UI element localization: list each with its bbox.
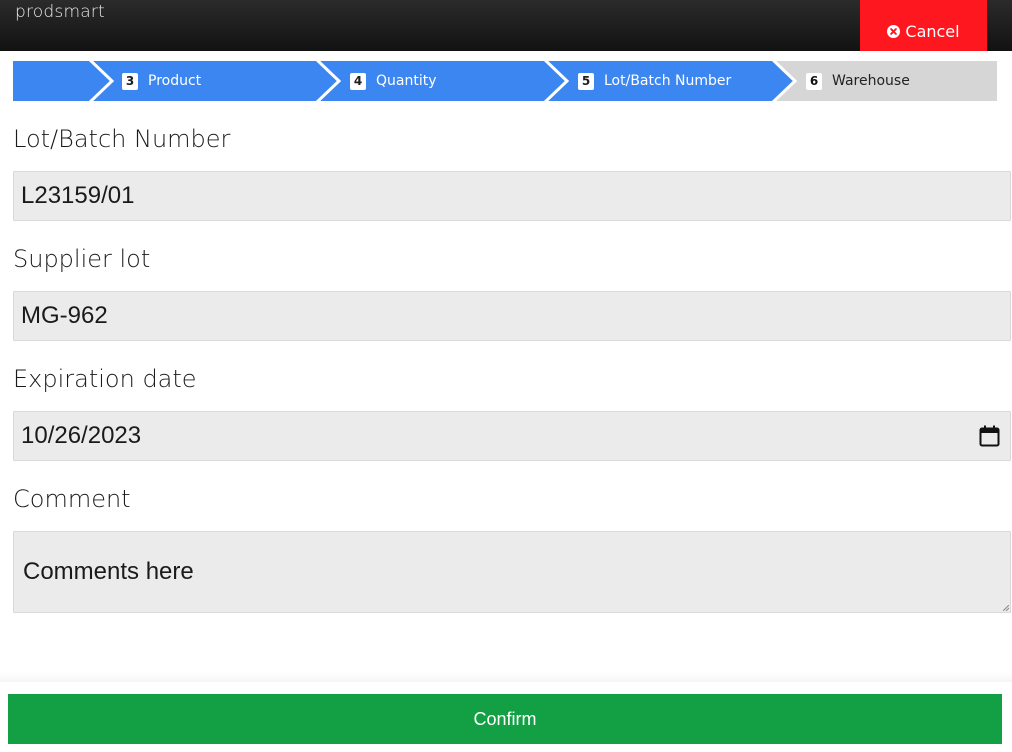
wizard-steps: 3 Product 4 Quantity 5 Lot/Batch Number … xyxy=(13,61,997,101)
calendar-icon[interactable] xyxy=(979,425,1000,447)
cancel-label: Cancel xyxy=(905,22,960,41)
confirm-button[interactable]: Confirm xyxy=(8,694,1002,744)
confirm-label: Confirm xyxy=(473,708,537,729)
times-circle-icon xyxy=(887,25,901,38)
step-number: 4 xyxy=(350,72,366,90)
cancel-button[interactable]: Cancel xyxy=(860,0,987,51)
step-product[interactable]: 3 Product xyxy=(122,61,201,101)
expiration-date-input[interactable]: 10/26/2023 xyxy=(13,411,1011,461)
step-number: 6 xyxy=(806,72,822,90)
step-number: 5 xyxy=(578,72,594,90)
lot-batch-input[interactable]: L23159/01 xyxy=(13,171,1011,221)
step-quantity[interactable]: 4 Quantity xyxy=(350,61,437,101)
supplier-lot-label: Supplier lot xyxy=(13,245,151,273)
comment-placeholder: Comments here xyxy=(23,558,194,585)
comment-textarea[interactable]: Comments here xyxy=(13,531,1011,613)
comment-label: Comment xyxy=(13,485,131,513)
lot-batch-value: L23159/01 xyxy=(21,182,135,209)
supplier-lot-value: MG-962 xyxy=(21,302,108,329)
expiration-date-label: Expiration date xyxy=(13,365,197,393)
brand-logo: prodsmart xyxy=(15,2,105,22)
step-label: Quantity xyxy=(376,73,437,89)
supplier-lot-input[interactable]: MG-962 xyxy=(13,291,1011,341)
step-lot-batch-number[interactable]: 5 Lot/Batch Number xyxy=(578,61,731,101)
lot-batch-label: Lot/Batch Number xyxy=(13,125,231,153)
footer-divider xyxy=(0,672,1012,682)
step-label: Product xyxy=(148,73,202,89)
step-label: Warehouse xyxy=(832,73,910,89)
step-label: Lot/Batch Number xyxy=(604,73,732,89)
top-bar: prodsmart Cancel xyxy=(0,0,1012,51)
expiration-date-value: 10/26/2023 xyxy=(21,422,142,449)
step-warehouse[interactable]: 6 Warehouse xyxy=(806,61,910,101)
resize-grip-icon[interactable] xyxy=(1003,605,1009,611)
step-number: 3 xyxy=(122,72,138,90)
